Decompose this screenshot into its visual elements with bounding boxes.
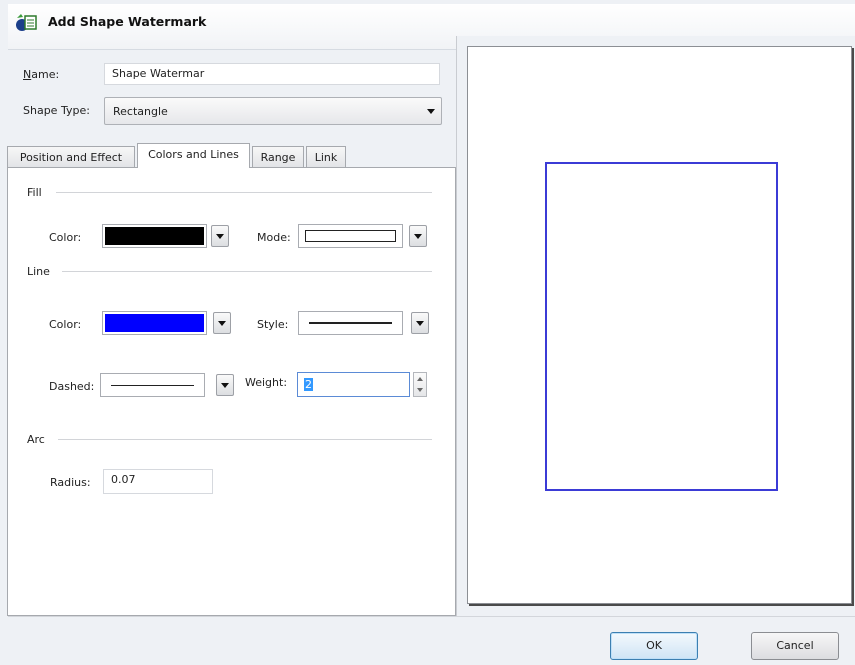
line-dashed-dropdown-button[interactable] [216,374,234,396]
fill-divider [56,192,432,193]
arc-radius-label: Radius: [50,476,91,489]
line-dashed-sample [111,385,194,386]
button-bar [8,616,855,665]
fill-color-label: Color: [49,231,82,244]
shape-type-select[interactable]: Rectangle [104,97,442,125]
arc-section-label: Arc [27,433,45,446]
line-weight-label: Weight: [245,376,288,389]
fill-color-picker[interactable] [102,224,207,248]
line-section-label: Line [27,265,50,278]
line-style-sample [309,322,392,324]
arc-divider [58,439,432,440]
fill-mode-label: Mode: [257,231,291,244]
fill-mode-combo[interactable] [298,224,403,248]
tab-link[interactable]: Link [306,146,346,168]
name-field[interactable]: Shape Watermar [104,63,440,85]
add-shape-watermark-dialog: Add Shape Watermark Name: Shape Watermar… [0,0,855,665]
line-divider [62,271,432,272]
name-label: Name: [23,68,60,81]
fill-mode-sample [305,230,396,242]
tab-range[interactable]: Range [252,146,304,168]
dialog-title: Add Shape Watermark [48,14,207,29]
tab-colors-and-lines[interactable]: Colors and Lines [137,143,250,168]
line-style-label: Style: [257,318,289,331]
cancel-button[interactable]: Cancel [751,632,839,660]
fill-color-dropdown-button[interactable] [211,225,229,247]
line-weight-spinner[interactable] [413,372,427,397]
spin-up-icon[interactable] [417,377,423,381]
fill-color-swatch [105,227,204,245]
arc-radius-input[interactable]: 0.07 [103,469,213,494]
line-weight-input[interactable]: 2 [297,372,410,397]
spin-down-icon[interactable] [417,388,423,392]
line-style-combo[interactable] [298,311,403,335]
tab-position-and-effect[interactable]: Position and Effect [7,146,135,168]
chevron-down-icon [427,109,435,114]
ok-button[interactable]: OK [610,632,698,660]
shape-type-value: Rectangle [113,105,168,118]
line-color-picker[interactable] [102,311,207,335]
preview-rectangle-shape [545,162,778,491]
line-weight-value: 2 [304,378,313,391]
fill-mode-dropdown-button[interactable] [409,225,427,247]
line-color-dropdown-button[interactable] [213,312,231,334]
line-dashed-label: Dashed: [49,380,95,393]
shape-watermark-app-icon [16,14,37,31]
line-style-dropdown-button[interactable] [411,312,429,334]
line-dashed-combo[interactable] [100,373,205,397]
line-color-swatch [105,314,204,332]
line-color-label: Color: [49,318,82,331]
shape-type-label: Shape Type: [23,104,90,117]
fill-section-label: Fill [27,186,42,199]
panel-divider [456,36,457,616]
